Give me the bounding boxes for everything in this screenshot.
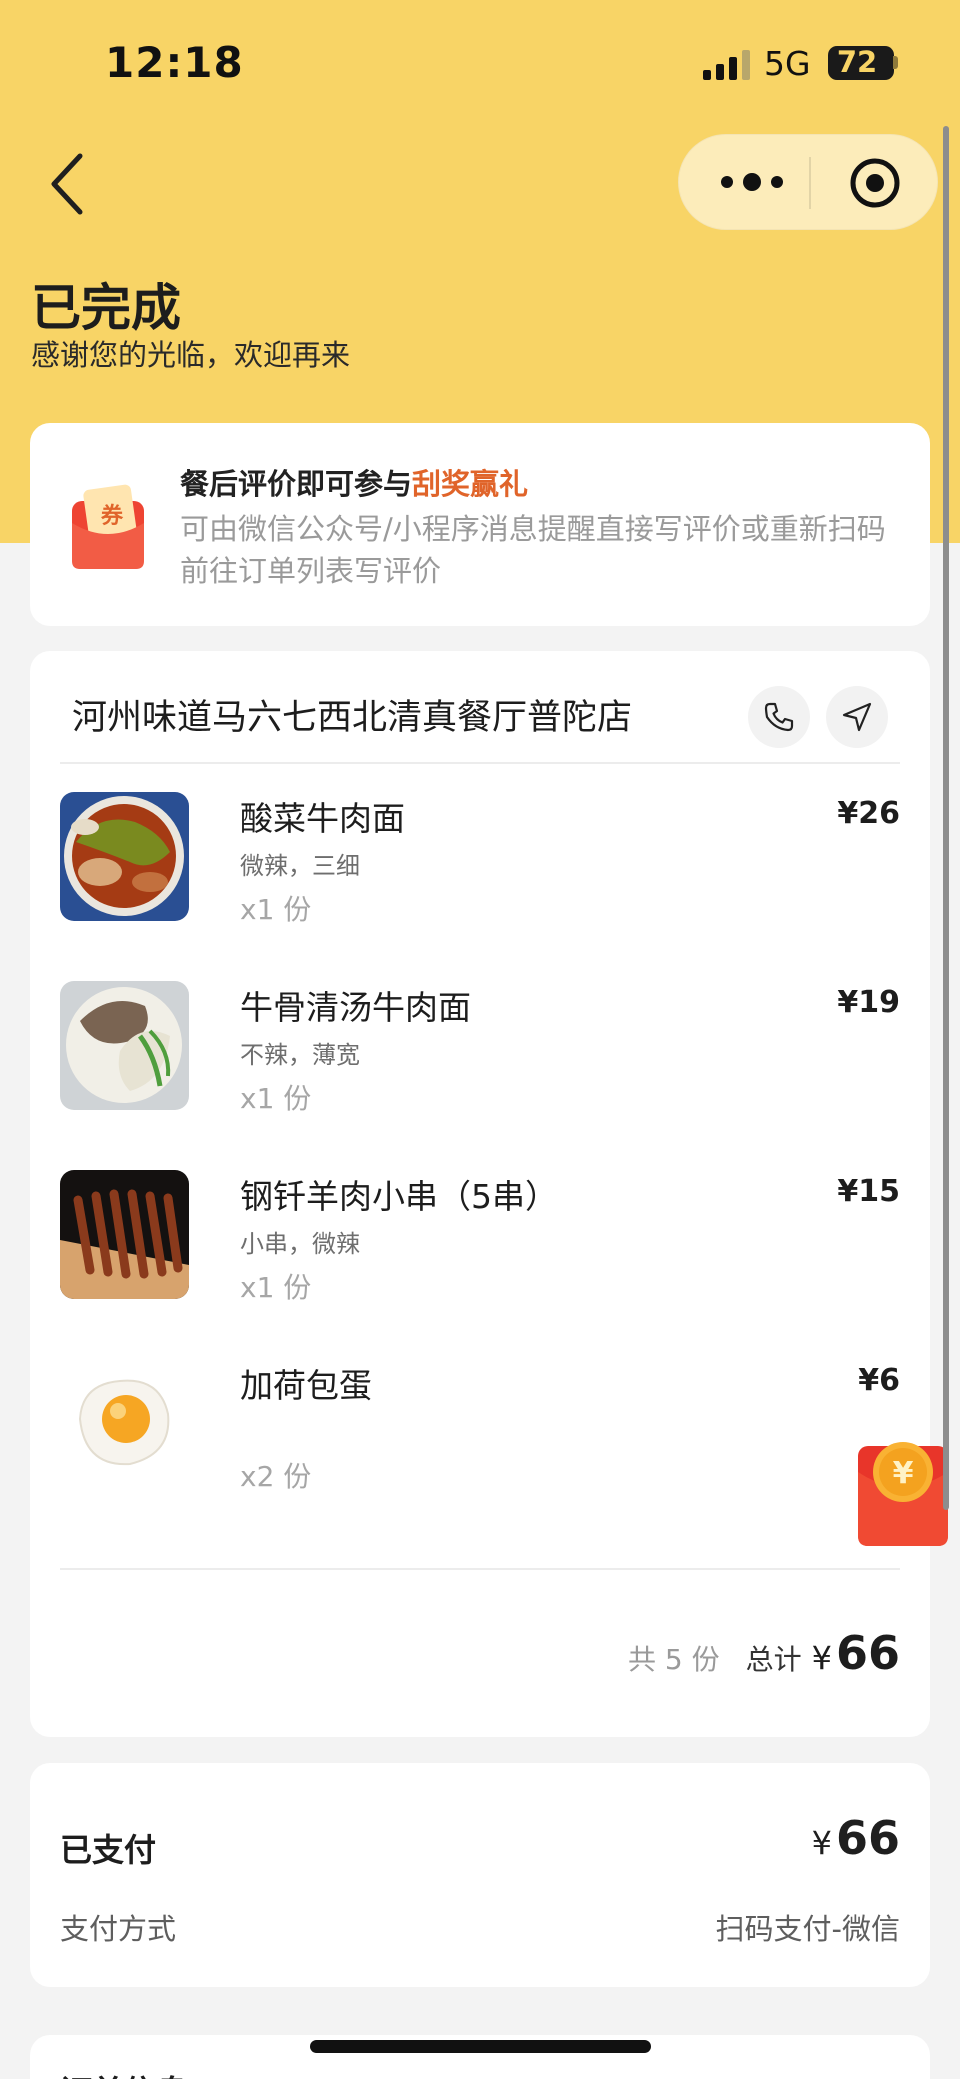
item-spec: 不辣，薄宽 bbox=[240, 1041, 360, 1069]
promo-description: 可由微信公众号/小程序消息提醒直接写评价或重新扫码前往订单列表写评价 bbox=[180, 512, 886, 588]
order-item[interactable]: 酸菜牛肉面 微辣，三细 x1 份 ¥26 bbox=[60, 778, 900, 926]
payment-status: 已支付 bbox=[60, 1831, 157, 1869]
page-title: 已完成 bbox=[31, 279, 181, 337]
item-image bbox=[60, 792, 189, 921]
navigate-button[interactable] bbox=[826, 686, 888, 748]
item-image bbox=[60, 1359, 189, 1488]
item-name: 酸菜牛肉面 bbox=[240, 799, 405, 838]
order-item[interactable]: 钢钎羊肉小串（5串） 小串，微辣 x1 份 ¥15 bbox=[60, 1156, 900, 1304]
item-name: 钢钎羊肉小串（5串） bbox=[240, 1177, 558, 1216]
shop-name[interactable]: 河州味道马六七西北清真餐厅普陀店 bbox=[72, 689, 632, 740]
order-summary: 共 5 份 总计 ¥ 66 bbox=[628, 1626, 900, 1680]
order-item[interactable]: 加荷包蛋 x2 份 ¥6 bbox=[60, 1345, 900, 1493]
signal-icon bbox=[703, 50, 750, 80]
payment-value: 66 bbox=[835, 1811, 900, 1865]
total-label: 总计 bbox=[745, 1643, 802, 1676]
promo-title-highlight[interactable]: 刮奖赢礼 bbox=[412, 467, 528, 501]
page-subtitle: 感谢您的光临，欢迎再来 bbox=[31, 338, 351, 372]
payment-currency: ¥ bbox=[811, 1824, 832, 1862]
item-price: ¥19 bbox=[837, 985, 900, 1020]
summary-divider bbox=[60, 1568, 900, 1570]
back-chevron-left-icon[interactable] bbox=[44, 150, 92, 218]
item-name: 牛骨清汤牛肉面 bbox=[240, 988, 471, 1027]
battery-tip bbox=[893, 56, 898, 69]
red-packet-icon[interactable]: ¥ bbox=[858, 1432, 948, 1546]
promo-title-prefix: 餐后评价即可参与 bbox=[180, 467, 413, 501]
item-count: 共 5 份 bbox=[627, 1643, 720, 1676]
order-card: 河州味道马六七西北清真餐厅普陀店 酸菜牛肉面 微辣，三细 x1 份 ¥26 牛骨… bbox=[30, 651, 930, 1737]
review-promo-card[interactable]: 券 餐后评价即可参与刮奖赢礼 可由微信公众号/小程序消息提醒直接写评价或重新扫码… bbox=[30, 423, 930, 626]
envelope-text: 券 bbox=[100, 503, 124, 529]
item-spec: 小串，微辣 bbox=[240, 1230, 360, 1258]
coupon-envelope-icon: 券 bbox=[72, 484, 144, 569]
scrollbar[interactable] bbox=[943, 126, 949, 1510]
item-qty: x1 份 bbox=[240, 1082, 312, 1115]
call-button[interactable] bbox=[748, 686, 810, 748]
item-qty: x1 份 bbox=[240, 893, 312, 926]
item-image bbox=[60, 981, 189, 1110]
payment-method-value: 扫码支付-微信 bbox=[715, 1912, 900, 1946]
item-name: 加荷包蛋 bbox=[240, 1366, 372, 1405]
order-info-title: 订单信息 bbox=[60, 2067, 188, 2079]
total-currency: ¥ bbox=[811, 1639, 832, 1677]
item-image bbox=[60, 1170, 189, 1299]
total-amount: 66 bbox=[835, 1626, 900, 1680]
mini-program-capsule bbox=[678, 134, 938, 230]
battery-level: 72 bbox=[836, 45, 878, 79]
home-indicator[interactable] bbox=[310, 2040, 651, 2053]
status-time: 12:18 bbox=[105, 38, 244, 87]
order-item[interactable]: 牛骨清汤牛肉面 不辣，薄宽 x1 份 ¥19 bbox=[60, 967, 900, 1115]
capsule-separator bbox=[809, 157, 811, 209]
more-dots-icon[interactable] bbox=[717, 157, 787, 207]
shop-divider bbox=[60, 762, 900, 764]
item-qty: x1 份 bbox=[240, 1271, 312, 1304]
item-price: ¥26 bbox=[837, 796, 900, 831]
item-price: ¥6 bbox=[858, 1363, 900, 1398]
payment-method-label: 支付方式 bbox=[60, 1912, 177, 1946]
item-qty: x2 份 bbox=[240, 1460, 312, 1493]
payment-card: 已支付 ¥ 66 支付方式 扫码支付-微信 bbox=[30, 1763, 930, 1987]
item-price: ¥15 bbox=[837, 1174, 900, 1209]
navigation-icon bbox=[842, 702, 872, 732]
svg-text:¥: ¥ bbox=[893, 1456, 914, 1491]
payment-amount: ¥ 66 bbox=[812, 1811, 900, 1865]
network-type: 5G bbox=[764, 44, 811, 83]
target-icon[interactable] bbox=[849, 157, 901, 209]
item-spec: 微辣，三细 bbox=[240, 852, 360, 880]
battery-icon: 72 bbox=[828, 45, 894, 80]
promo-title: 餐后评价即可参与刮奖赢礼 bbox=[180, 461, 528, 503]
phone-icon bbox=[764, 702, 794, 732]
